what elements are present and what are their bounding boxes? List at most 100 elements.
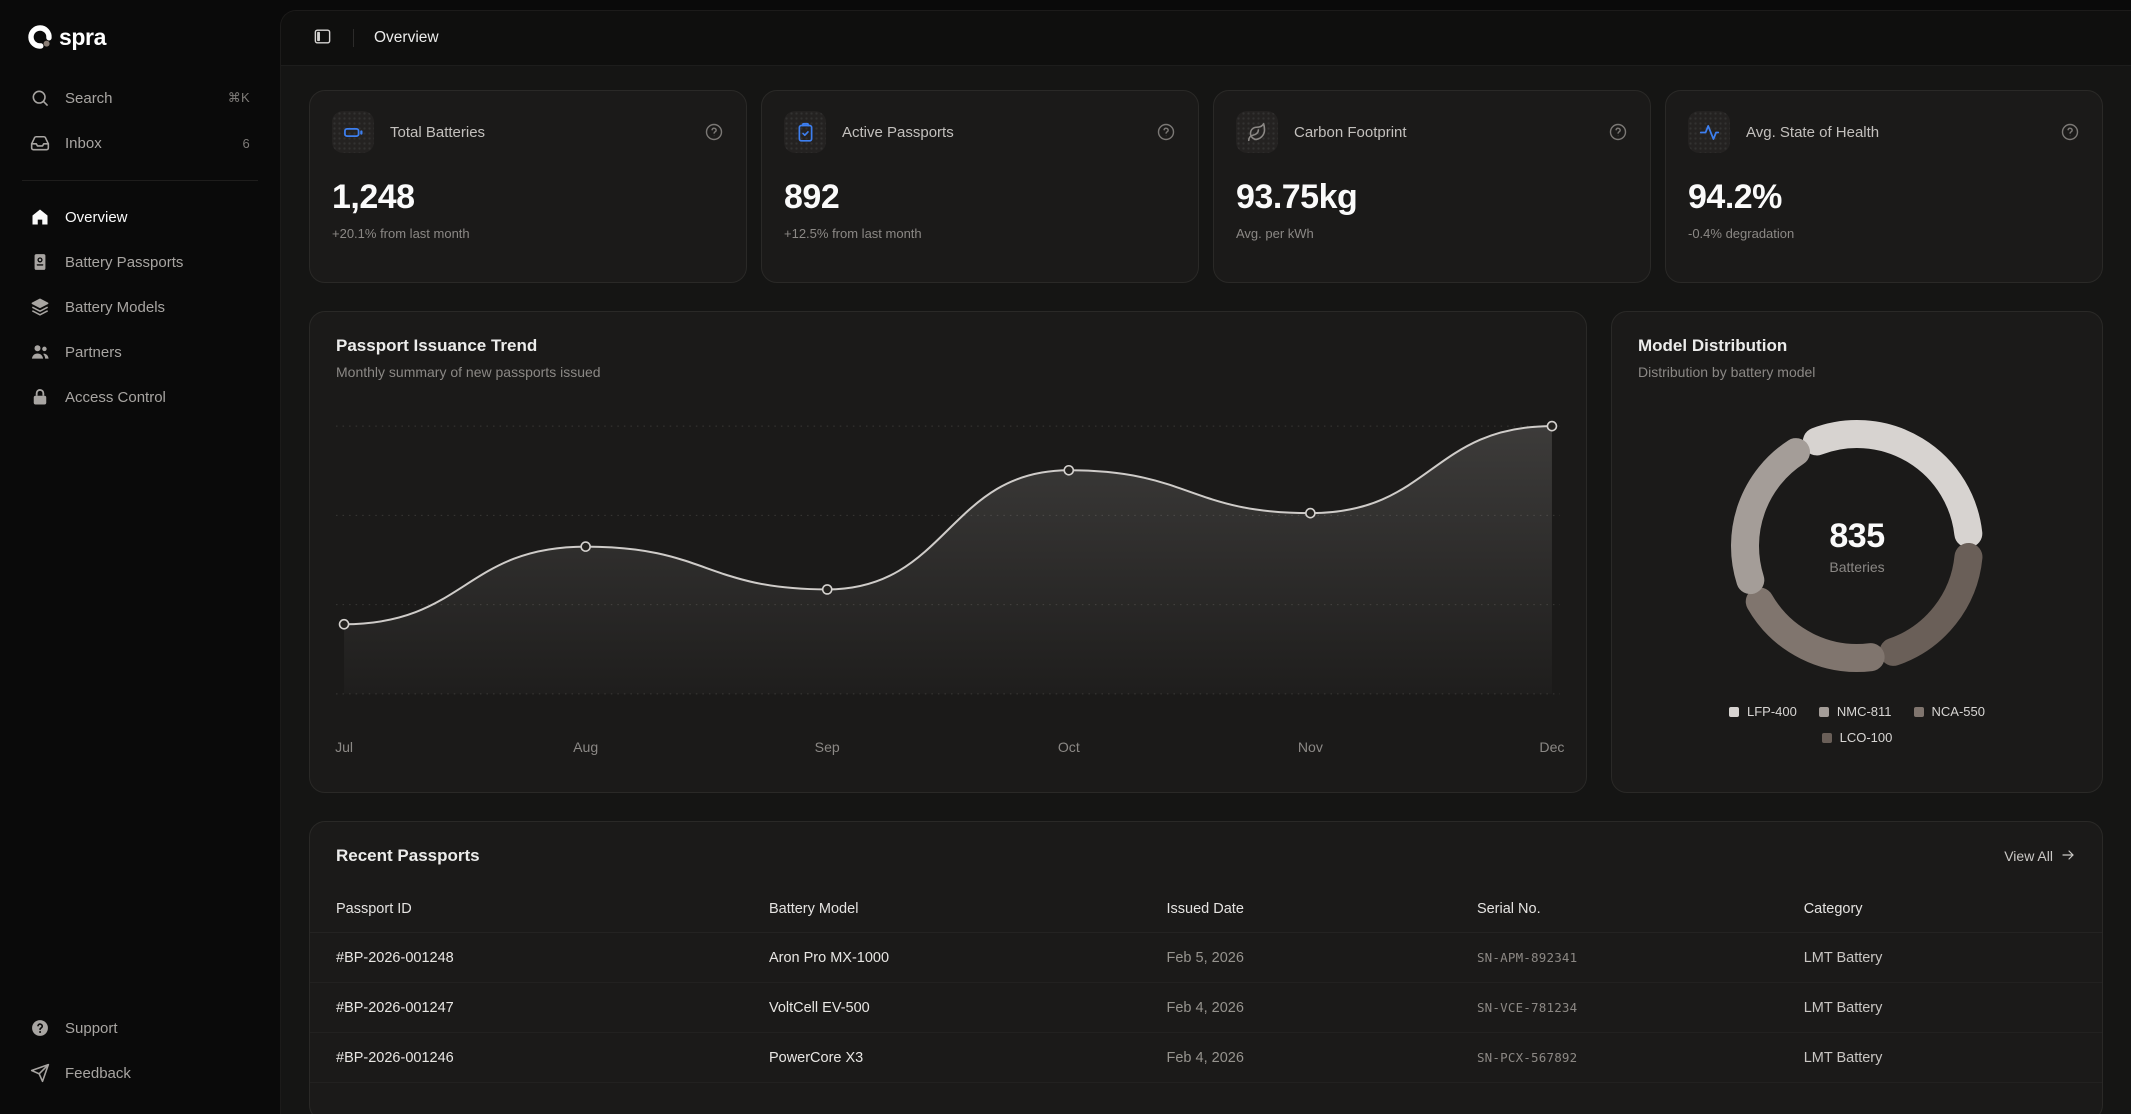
stat-icon-box <box>1688 111 1730 153</box>
activity-icon <box>1699 122 1720 143</box>
inbox-badge: 6 <box>242 136 250 151</box>
table-top: Recent Passports View All <box>310 846 2102 866</box>
cell-passport-id: #BP-2026-001246 <box>336 1050 769 1066</box>
donut-segment-nmc-811[interactable] <box>1745 452 1796 580</box>
trend-card: Passport Issuance Trend Monthly summary … <box>309 311 1587 793</box>
stat-card-header: Carbon Footprint <box>1236 111 1628 153</box>
help-button[interactable] <box>2060 122 2080 142</box>
stat-card-carbon-footprint: Carbon Footprint 93.75kg Avg. per kWh <box>1213 90 1651 283</box>
help-button[interactable] <box>1608 122 1628 142</box>
svg-text:Aug: Aug <box>573 739 598 755</box>
sidebar-item-partners[interactable]: Partners <box>20 332 260 372</box>
cell-issued-date: Feb 4, 2026 <box>1167 1050 1477 1066</box>
stat-subtext: -0.4% degradation <box>1688 226 2080 241</box>
stat-icon-box <box>332 111 374 153</box>
donut-segment-lco-100[interactable] <box>1893 557 1968 652</box>
help-button[interactable] <box>1156 122 1176 142</box>
donut-ring <box>1707 396 2007 696</box>
stat-card-total-batteries: Total Batteries 1,248 +20.1% from last mon… <box>309 90 747 283</box>
sidebar-item-search[interactable]: Search ⌘K <box>20 78 260 118</box>
table-row[interactable]: #BP-2026-001247VoltCell EV-500Feb 4, 202… <box>310 983 2102 1033</box>
legend-item-nca-550[interactable]: NCA-550 <box>1914 704 1985 719</box>
arrow-right-icon <box>2060 847 2076 866</box>
content-area: Total Batteries 1,248 +20.1% from last mon… <box>281 66 2131 1114</box>
cell-issued-date: Feb 4, 2026 <box>1167 1000 1477 1016</box>
layers-icon <box>30 297 50 317</box>
stat-title: Active Passports <box>842 124 954 141</box>
cell-issued-date: Feb 5, 2026 <box>1167 950 1477 966</box>
battery-icon <box>343 122 364 143</box>
leaf-icon <box>1247 122 1268 143</box>
donut-segment-lfp-400[interactable] <box>1817 434 1968 534</box>
legend-item-nmc-811[interactable]: NMC-811 <box>1819 704 1892 719</box>
stat-title: Total Batteries <box>390 124 485 141</box>
model-distribution-chart[interactable]: 835 Batteries <box>1707 396 2007 696</box>
stat-subtext: +20.1% from last month <box>332 226 724 241</box>
column-header-battery-model: Battery Model <box>769 901 1167 917</box>
topbar-divider <box>353 29 354 47</box>
sidebar-item-label: Support <box>65 1020 118 1037</box>
cell-passport-id: #BP-2026-001247 <box>336 1000 769 1016</box>
sidebar-item-battery-passports[interactable]: Battery Passports <box>20 242 260 282</box>
clipboard-check-icon <box>795 122 816 143</box>
donut-segment-nca-550[interactable] <box>1760 602 1871 658</box>
distribution-subtitle: Distribution by battery model <box>1638 364 2076 380</box>
sidebar-item-label: Access Control <box>65 389 166 406</box>
svg-text:Nov: Nov <box>1298 739 1323 755</box>
sidebar-inbox-label: Inbox <box>65 135 102 152</box>
table-row[interactable]: #BP-2026-001248Aron Pro MX-1000Feb 5, 20… <box>310 933 2102 983</box>
stat-value: 1,248 <box>332 178 724 217</box>
stat-value: 93.75kg <box>1236 178 1628 217</box>
panel-left-icon <box>313 27 332 49</box>
legend-swatch <box>1822 733 1832 743</box>
sidebar-item-access-control[interactable]: Access Control <box>20 377 260 417</box>
svg-text:Dec: Dec <box>1539 739 1564 755</box>
sidebar-item-support[interactable]: Support <box>20 1008 260 1048</box>
lock-icon <box>30 387 50 407</box>
column-header-issued-date: Issued Date <box>1167 901 1477 917</box>
cell-battery-model: Aron Pro MX-1000 <box>769 950 1167 966</box>
cell-category: LMT Battery <box>1804 1000 2076 1016</box>
passport-icon <box>30 252 50 272</box>
donut-legend: LFP-400 NMC-811 NCA-550 LCO-100 <box>1692 704 2022 745</box>
legend-item-lfp-400[interactable]: LFP-400 <box>1729 704 1797 719</box>
stat-subtext: +12.5% from last month <box>784 226 1176 241</box>
ospra-logo-icon <box>26 22 56 52</box>
table-header-row: Passport IDBattery ModelIssued DateSeria… <box>310 886 2102 933</box>
cell-serial-no: SN-APM-892341 <box>1477 950 1804 965</box>
legend-swatch <box>1914 707 1924 717</box>
view-all-link[interactable]: View All <box>2004 847 2076 866</box>
users-icon <box>30 342 50 362</box>
cell-category: LMT Battery <box>1804 1050 2076 1066</box>
sidebar-item-feedback[interactable]: Feedback <box>20 1053 260 1093</box>
app-root: spra Search ⌘K Inbox 6 Overview Battery P… <box>0 0 2131 1114</box>
stat-card-avg-state-of-health: Avg. State of Health94.2%-0.4% degradati… <box>1665 90 2103 283</box>
distribution-title: Model Distribution <box>1638 336 2076 356</box>
column-header-serial-no-: Serial No. <box>1477 901 1804 917</box>
stat-card-active-passports: Active Passports892+12.5% from last mont… <box>761 90 1199 283</box>
help-button[interactable] <box>704 122 724 142</box>
cell-serial-no: SN-PCX-567892 <box>1477 1050 1804 1065</box>
passport-issuance-trend-chart[interactable]: JulAugSepOctNovDec <box>336 410 1560 764</box>
table-body: #BP-2026-001248Aron Pro MX-1000Feb 5, 20… <box>310 933 2102 1083</box>
sidebar-item-inbox[interactable]: Inbox 6 <box>20 123 260 163</box>
stat-subtext: Avg. per kWh <box>1236 226 1628 241</box>
sidebar-item-label: Battery Passports <box>65 254 183 271</box>
legend-label: LFP-400 <box>1747 704 1797 719</box>
recent-passports-card: Recent Passports View All Passport IDBat… <box>309 821 2103 1114</box>
legend-label: NCA-550 <box>1932 704 1985 719</box>
table-row[interactable]: #BP-2026-001246PowerCore X3Feb 4, 2026SN… <box>310 1033 2102 1083</box>
page-title: Overview <box>374 29 439 47</box>
inbox-icon <box>30 133 50 153</box>
svg-text:Jul: Jul <box>335 739 353 755</box>
sidebar-toggle-button[interactable] <box>307 23 337 53</box>
sidebar-footer: Support Feedback <box>20 1008 260 1098</box>
legend-item-lco-100[interactable]: LCO-100 <box>1822 730 1893 745</box>
stat-card-header: Total Batteries <box>332 111 724 153</box>
sidebar-item-overview[interactable]: Overview <box>20 197 260 237</box>
sidebar-item-battery-models[interactable]: Battery Models <box>20 287 260 327</box>
charts-row: Passport Issuance Trend Monthly summary … <box>309 311 2103 793</box>
column-header-category: Category <box>1804 901 2076 917</box>
brand-logo[interactable]: spra <box>20 22 260 52</box>
sidebar-divider <box>22 180 258 181</box>
